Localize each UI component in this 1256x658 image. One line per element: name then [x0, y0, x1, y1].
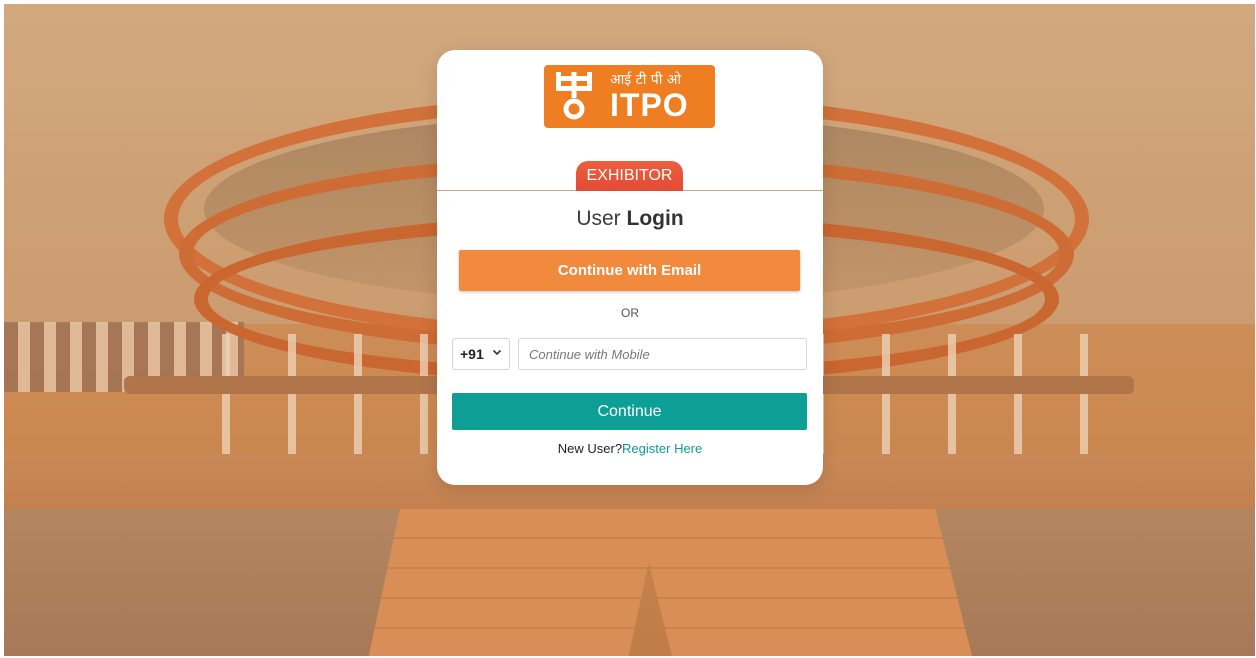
logo-brand-text: ITPO: [610, 86, 689, 123]
role-tab-exhibitor: EXHIBITOR: [576, 161, 683, 191]
register-prompt: New User?Register Here: [437, 441, 823, 456]
title-prefix: User: [576, 207, 627, 230]
mobile-number-input[interactable]: [518, 338, 807, 370]
itpo-emblem-icon: [546, 67, 602, 126]
login-card: आई टी पी ओ ITPO EXHIBITOR User Login Con…: [437, 50, 823, 485]
itpo-logo-text: आई टी पी ओ ITPO: [602, 67, 713, 126]
country-code-select[interactable]: +91: [452, 338, 510, 370]
continue-with-email-button[interactable]: Continue with Email: [459, 250, 800, 291]
logo-hindi-text: आई टी पी ओ: [610, 71, 682, 88]
country-code-value: +91: [460, 346, 484, 362]
page-title: User Login: [437, 207, 823, 231]
chevron-down-icon: [492, 347, 502, 360]
title-bold: Login: [626, 207, 684, 230]
register-here-link[interactable]: Register Here: [622, 441, 702, 456]
itpo-logo: आई टी पी ओ ITPO: [544, 65, 715, 128]
register-prompt-text: New User?: [557, 441, 623, 456]
continue-button[interactable]: Continue: [452, 393, 807, 430]
or-separator: OR: [621, 306, 639, 320]
